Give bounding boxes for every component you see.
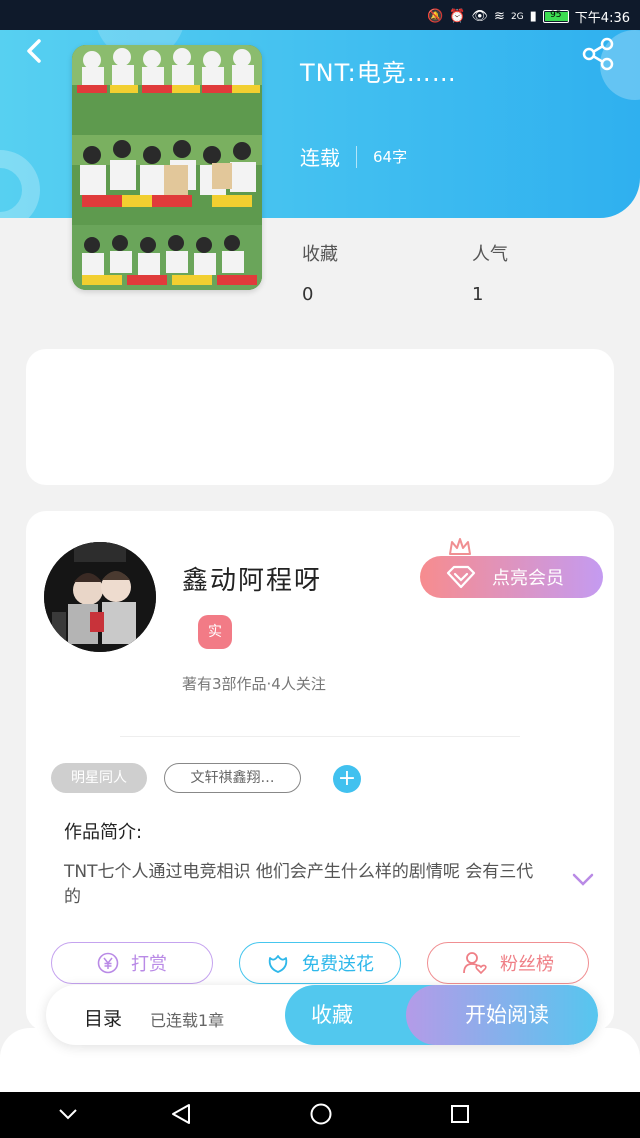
status-time: 下午4:36 (574, 11, 630, 26)
chevron-left-icon (27, 39, 41, 63)
cover-image (72, 45, 262, 290)
tag-characters[interactable]: 文轩祺鑫翔… (164, 763, 301, 793)
divider (356, 145, 357, 168)
chevron-down-icon (572, 873, 594, 886)
share-button[interactable] (580, 36, 616, 72)
wifi-icon: ≋ (494, 9, 505, 24)
send-flowers-label: 免费送花 (302, 954, 374, 975)
share-icon (582, 37, 614, 71)
fan-ranking-label: 粉丝榜 (500, 954, 554, 975)
vip-button[interactable]: 点亮会员 (420, 556, 603, 598)
home-circle-icon[interactable] (309, 1102, 333, 1126)
network-label: 2G (510, 11, 524, 22)
user-heart-icon (463, 952, 487, 975)
send-flowers-button[interactable]: 免费送花 (239, 942, 401, 984)
status-bar: 🔕 ⏰ 👁 ≋ 2G ▮ 95 下午4:36 (0, 0, 640, 30)
author-meta: 著有3部作品·4人关注 (182, 675, 326, 693)
expand-intro-button[interactable] (572, 872, 594, 891)
word-count: 64字 (373, 148, 408, 166)
system-nav-bar (0, 1092, 640, 1138)
book-status-row: 连载 64字 (300, 142, 407, 171)
favorites-label: 收藏 (302, 244, 338, 265)
serial-status: 连载 (300, 146, 340, 170)
author-name[interactable]: 鑫动阿程呀 (182, 560, 322, 597)
verified-badge: 实 (198, 615, 232, 649)
battery-level: 95 (550, 10, 562, 20)
eye-icon: 👁 (471, 9, 489, 24)
intro-title: 作品简介: (64, 822, 143, 843)
favorites-stat: 收藏 0 (302, 240, 338, 305)
chapter-count[interactable]: 已连载1章 (150, 1007, 224, 1031)
bottom-action-bar: 目录 已连载1章 收藏 开始阅读 (46, 985, 598, 1045)
divider (120, 736, 520, 737)
reward-button[interactable]: 打赏 (51, 942, 213, 984)
avatar-image (44, 542, 156, 652)
toc-button[interactable]: 目录 (84, 1004, 122, 1031)
tag-category[interactable]: 明星同人 (51, 763, 147, 793)
mute-icon: 🔕 (427, 9, 444, 24)
empty-card (26, 349, 614, 485)
favorites-value: 0 (302, 284, 314, 305)
book-cover[interactable] (72, 45, 262, 290)
popularity-value: 1 (472, 284, 484, 305)
back-triangle-icon[interactable] (170, 1102, 192, 1126)
signal-icon: ▮ (529, 9, 537, 24)
back-button[interactable] (20, 36, 50, 66)
chevron-down-icon[interactable] (58, 1108, 78, 1120)
plus-icon: + (337, 766, 357, 791)
reward-label: 打赏 (131, 954, 167, 975)
author-avatar[interactable] (44, 542, 156, 652)
recent-apps-icon[interactable] (450, 1104, 470, 1124)
flower-icon (268, 955, 288, 973)
intro-text: TNT七个人通过电竞相识 他们会产生什么样的剧情呢 会有三代的 (64, 862, 534, 907)
popularity-stat: 人气 1 (472, 240, 508, 305)
crown-icon (449, 538, 471, 558)
book-title: TNT:电竞…… (300, 59, 457, 87)
add-tag-button[interactable]: + (333, 765, 361, 793)
alarm-icon: ⏰ (449, 9, 466, 24)
yen-coin-icon (97, 952, 119, 974)
battery-icon: 95 (542, 10, 569, 23)
vip-button-label: 点亮会员 (492, 568, 564, 589)
decor-bubble (0, 150, 40, 218)
fan-ranking-button[interactable]: 粉丝榜 (427, 942, 589, 984)
start-reading-button[interactable]: 开始阅读 (406, 985, 598, 1045)
diamond-icon (446, 565, 476, 589)
popularity-label: 人气 (472, 244, 508, 265)
